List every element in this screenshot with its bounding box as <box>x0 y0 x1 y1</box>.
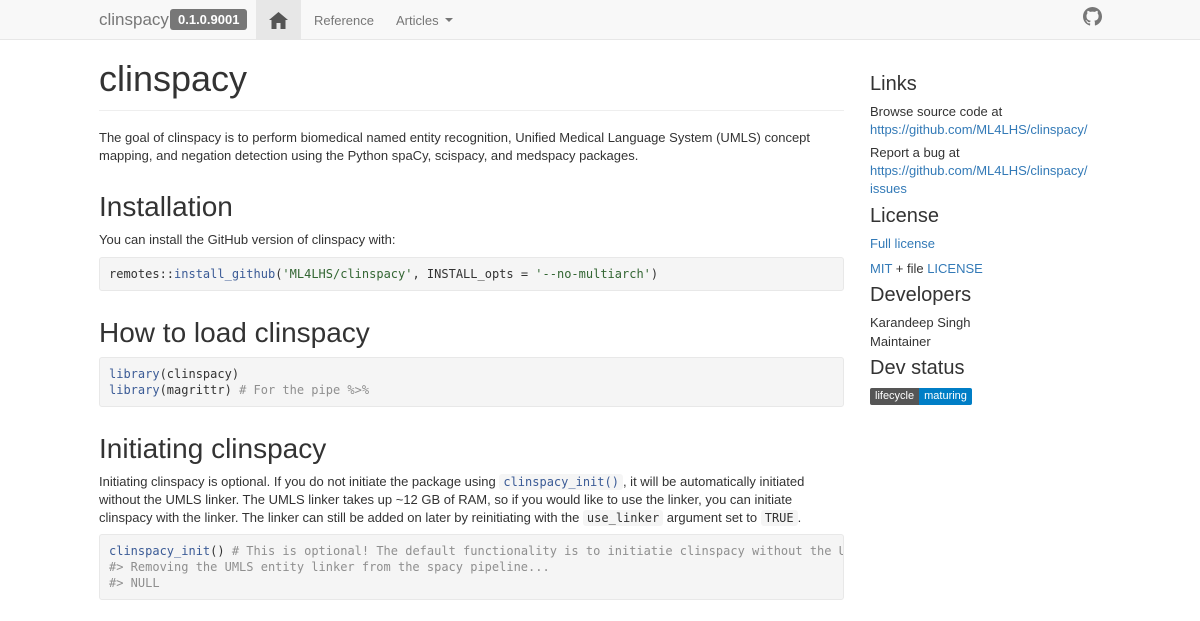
init-text: argument set to <box>663 510 761 525</box>
license-line: MIT + file LICENSE <box>870 260 983 278</box>
code-comment: # This is optional! The default function… <box>231 544 843 558</box>
license-file-link[interactable]: LICENSE <box>927 261 983 276</box>
bug-url-line2: issues <box>870 181 907 196</box>
code-token: remotes <box>109 267 160 281</box>
code-comment: # For the pipe %>% <box>239 383 370 397</box>
caret-down-icon <box>444 18 453 22</box>
code-token: :: <box>159 267 175 281</box>
code-function: clinspacy_init <box>109 544 211 558</box>
report-bug: Report a bug at https://github.com/ML4LH… <box>870 144 1088 198</box>
brand-link[interactable]: clinspacy <box>99 0 169 40</box>
code-function: install_github <box>174 267 276 281</box>
nav-articles-label: Articles <box>396 12 439 28</box>
inline-code: use_linker <box>582 510 664 526</box>
code-token: () <box>210 544 232 558</box>
title-divider <box>99 110 844 111</box>
init-text: Initiating clinspacy is optional. If you… <box>99 474 500 489</box>
license-heading: License <box>870 205 939 227</box>
full-license: Full license <box>870 235 935 253</box>
installation-text: You can install the GitHub version of cl… <box>99 232 396 247</box>
report-bug-link[interactable]: https://github.com/ML4LHS/clinspacy/issu… <box>870 163 1088 196</box>
full-license-link[interactable]: Full license <box>870 236 935 251</box>
page-title: clinspacy <box>99 58 248 99</box>
code-output: #> Removing the UMLS entity linker from … <box>109 560 550 574</box>
home-icon <box>269 11 288 29</box>
code-token: (magrittr) <box>159 383 240 397</box>
lifecycle-badge[interactable]: lifecycle maturing <box>870 388 972 405</box>
inline-code: clinspacy_init() <box>499 474 623 490</box>
version-badge: 0.1.0.9001 <box>170 9 248 30</box>
code-function: library <box>109 367 160 381</box>
nav-home[interactable] <box>256 0 301 40</box>
developers-heading: Developers <box>870 284 972 306</box>
intro-paragraph: The goal of clinspacy is to perform biom… <box>99 130 811 163</box>
github-icon[interactable] <box>1083 7 1102 26</box>
dev-status-heading: Dev status <box>870 357 965 379</box>
code-output: #> NULL <box>109 576 160 590</box>
mit-link[interactable]: MIT <box>870 261 892 276</box>
bug-label: Report a bug at <box>870 145 960 160</box>
links-heading: Links <box>870 73 917 95</box>
code-token: , INSTALL_opts = <box>412 267 536 281</box>
browse-source-link[interactable]: https://github.com/ML4LHS/clinspacy/ <box>870 122 1088 137</box>
load-heading: How to load clinspacy <box>99 317 370 348</box>
init-text: . <box>797 510 802 525</box>
init-heading: Initiating clinspacy <box>99 433 327 464</box>
init-paragraph: Initiating clinspacy is optional. If you… <box>99 473 844 527</box>
code-token: (clinspacy) <box>159 367 240 381</box>
init-code-block[interactable]: clinspacy_init() # This is optional! The… <box>99 534 844 600</box>
code-function: library <box>109 383 160 397</box>
installation-heading: Installation <box>99 191 233 222</box>
load-code-block[interactable]: library(clinspacy) library(magrittr) # F… <box>99 357 844 407</box>
inline-code: TRUE <box>760 510 798 526</box>
license-plus: + file <box>892 261 928 276</box>
navbar: clinspacy 0.1.0.9001 Reference Articles <box>0 0 1200 40</box>
nav-reference[interactable]: Reference <box>314 0 374 40</box>
badge-right: maturing <box>919 388 972 405</box>
browse-source: Browse source code at https://github.com… <box>870 103 1088 139</box>
code-string: 'ML4LHS/clinspacy' <box>282 267 413 281</box>
install-code-block[interactable]: remotes::install_github('ML4LHS/clinspac… <box>99 257 844 291</box>
badge-left: lifecycle <box>870 388 920 405</box>
code-token: ) <box>650 267 659 281</box>
browse-label: Browse source code at <box>870 104 1003 119</box>
bug-url-line1: https://github.com/ML4LHS/clinspacy/ <box>870 163 1088 178</box>
developer-name: Karandeep Singh <box>870 315 971 330</box>
code-string: '--no-multiarch' <box>535 267 651 281</box>
developer-role: Maintainer <box>870 334 931 349</box>
nav-articles[interactable]: Articles <box>396 0 453 40</box>
